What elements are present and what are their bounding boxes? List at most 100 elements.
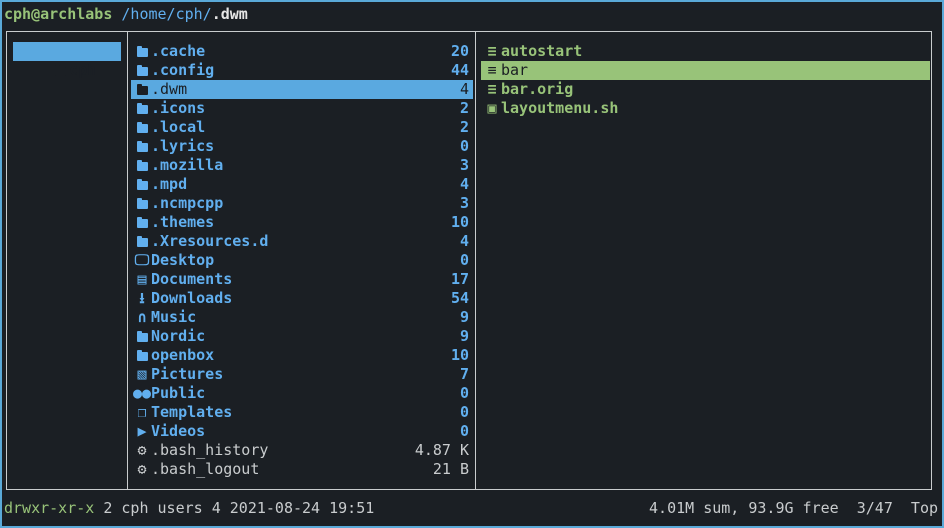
copy-icon: ❐	[137, 403, 147, 421]
list-item[interactable]: ❐ Templates 0	[131, 403, 473, 422]
gear-icon: ⚙	[137, 441, 147, 459]
list-item-selected[interactable]: ≡ bar	[481, 61, 930, 80]
item-count: 44	[450, 61, 469, 79]
title-bar: cph@archlabs /home/cph/.dwm	[4, 4, 248, 24]
list-item-label: .mpd	[151, 175, 188, 193]
pane-divider-right	[475, 32, 476, 489]
picture-icon: ▧	[137, 365, 147, 383]
item-count: 0	[459, 251, 469, 269]
list-item[interactable]: ∩ Music 9	[131, 308, 473, 327]
list-item[interactable]: ●●Public 0	[131, 384, 473, 403]
list-item-label: .bash_history	[151, 441, 269, 459]
headphones-icon: ∩	[137, 308, 147, 326]
status-info: 2 cph users 4 2021-08-24 19:51	[94, 499, 375, 517]
list-item[interactable]: ▣ layoutmenu.sh	[481, 99, 930, 118]
list-item[interactable]: .cache 20	[131, 42, 473, 61]
users-icon: ●●	[133, 384, 152, 402]
list-item-label: cph	[69, 61, 97, 79]
list-item[interactable]: .Xresources.d 4	[131, 232, 473, 251]
current-pane: .cache 20 .config 44 .dwm 4 .icons 2 .local 2…	[131, 42, 473, 479]
text-file-icon: ≡	[487, 61, 497, 79]
list-item[interactable]: 🖵 Desktop 0	[131, 251, 473, 270]
title-current-dir: .dwm	[211, 5, 248, 23]
folder-icon	[133, 80, 151, 99]
status-bar: drwxr-xr-x 2 cph users 4 2021-08-24 19:5…	[4, 498, 940, 518]
title-user: cph@archlabs	[4, 5, 113, 23]
video-icon: ▶	[137, 422, 147, 440]
document-icon: ▤	[137, 270, 147, 288]
list-item-label: bar.orig	[501, 80, 574, 98]
list-item-label: Desktop	[151, 251, 215, 269]
list-item[interactable]: .themes 10	[131, 213, 473, 232]
item-count: 4	[459, 232, 469, 250]
list-item[interactable]: .lyrics 0	[131, 137, 473, 156]
list-item-label: .icons	[151, 99, 206, 117]
list-item-label: .Xresources.d	[151, 232, 269, 250]
list-item-label: .mozilla	[151, 156, 224, 174]
folder-icon	[133, 232, 151, 251]
folder-icon	[133, 175, 151, 194]
item-count: 2	[459, 118, 469, 136]
list-item[interactable]: .config 44	[131, 61, 473, 80]
list-item[interactable]: Nordic 9	[131, 327, 473, 346]
list-item[interactable]: ▶ Videos 0	[131, 422, 473, 441]
item-count: 7	[459, 365, 469, 383]
list-item[interactable]: ⚙ .bash_logout 21 B	[131, 460, 473, 479]
item-size: 21 B	[432, 460, 469, 478]
list-item-label: .lyrics	[151, 137, 215, 155]
list-item-selected[interactable]: .dwm 4	[131, 80, 473, 99]
folder-icon	[133, 42, 151, 61]
folder-icon	[133, 213, 151, 232]
item-count: 17	[450, 270, 469, 288]
item-count: 4	[459, 175, 469, 193]
text-file-icon: ≡	[487, 80, 497, 98]
list-item[interactable]: ⚙ .bash_history 4.87 K	[131, 441, 473, 460]
list-item-label: .dwm	[151, 80, 188, 98]
list-item[interactable]: ⭳ Downloads 54	[131, 289, 473, 308]
list-item-label: Music	[151, 308, 197, 326]
list-item[interactable]: .local 2	[131, 118, 473, 137]
parent-pane: cph	[13, 42, 121, 79]
list-item[interactable]: .mpd 4	[131, 175, 473, 194]
folder-icon	[133, 99, 151, 118]
list-item[interactable]: ▧ Pictures 7	[131, 365, 473, 384]
list-item[interactable]: ▤ Documents 17	[131, 270, 473, 289]
status-permissions: drwxr-xr-x	[4, 499, 95, 517]
list-item[interactable]: ≡ autostart	[481, 42, 930, 61]
folder-icon	[133, 194, 151, 213]
list-item-label: .ncmpcpp	[151, 194, 224, 212]
list-item[interactable]: .ncmpcpp 3	[131, 194, 473, 213]
item-count: 10	[450, 213, 469, 231]
list-item-label: Documents	[151, 270, 233, 288]
item-count: 4	[459, 80, 469, 98]
item-size: 4.87 K	[414, 441, 469, 459]
item-count: 0	[459, 422, 469, 440]
list-item-label: autostart	[501, 42, 583, 60]
text-file-icon: ≡	[487, 42, 497, 60]
folder-icon	[51, 61, 69, 80]
item-count: 3	[459, 156, 469, 174]
list-item[interactable]: ≡ bar.orig	[481, 80, 930, 99]
list-item-label: .themes	[151, 213, 215, 231]
list-item-label: .cache	[151, 42, 206, 60]
item-count: 9	[459, 308, 469, 326]
item-count: 3	[459, 194, 469, 212]
list-item[interactable]: openbox 10	[131, 346, 473, 365]
item-count: 9	[459, 327, 469, 345]
status-summary: 4.01M sum, 93.9G free 3/47 Top	[649, 499, 938, 517]
list-item[interactable]: .mozilla 3	[131, 156, 473, 175]
folder-icon	[133, 156, 151, 175]
pane-divider-left	[127, 32, 128, 489]
list-item-label: .bash_logout	[151, 460, 260, 478]
parent-dir-cph[interactable]: cph	[13, 42, 121, 79]
item-count: 20	[450, 42, 469, 60]
list-item-label: Downloads	[151, 289, 233, 307]
folder-icon	[133, 137, 151, 156]
item-count: 0	[459, 137, 469, 155]
gear-icon: ⚙	[137, 460, 147, 478]
folder-icon	[133, 327, 151, 346]
folder-icon	[133, 61, 151, 80]
list-item[interactable]: .icons 2	[131, 99, 473, 118]
download-icon: ⭳	[139, 289, 145, 307]
list-item-label: Nordic	[151, 327, 206, 345]
